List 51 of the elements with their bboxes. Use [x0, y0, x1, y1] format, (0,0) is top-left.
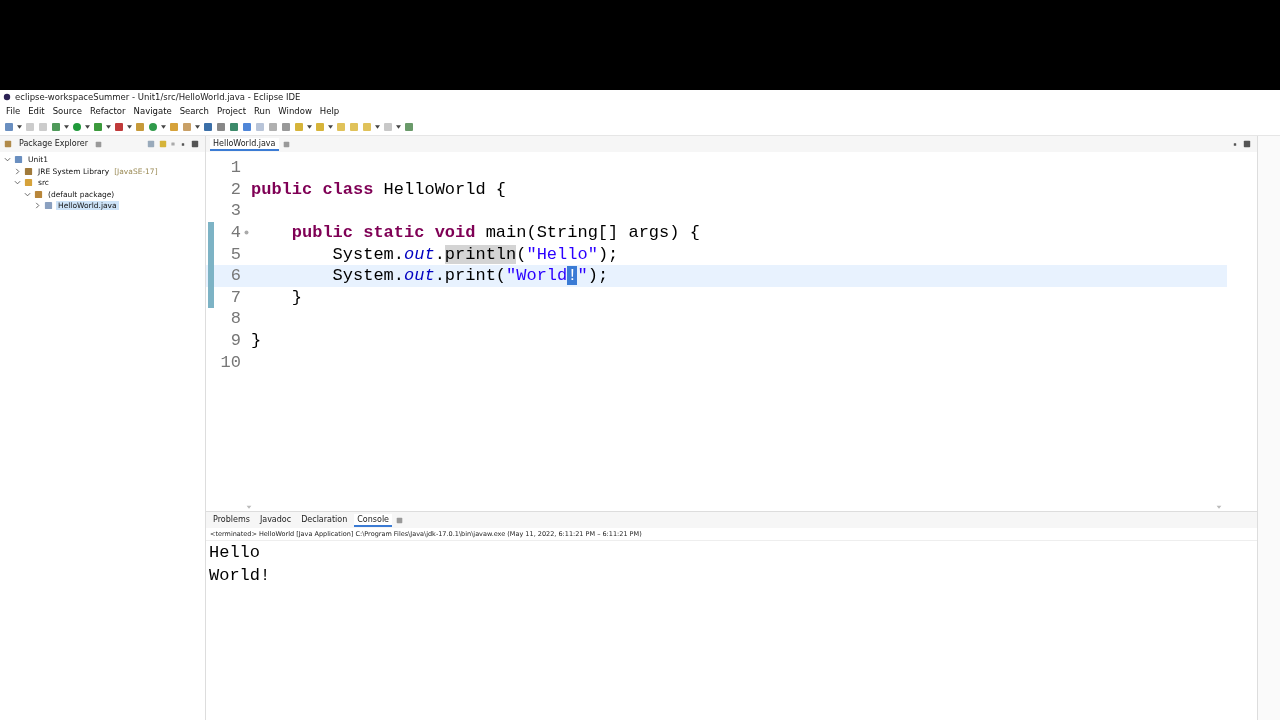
caret-icon[interactable]: [85, 124, 90, 129]
line-number: 6: [229, 266, 241, 286]
menu-item[interactable]: Run: [250, 106, 275, 116]
code-line: System.out.println("Hello");: [331, 244, 619, 264]
window-title: eclipse-workspaceSummer - Unit1/src/HelloWorld.java - Eclipse IDE: [15, 92, 301, 102]
menu-item[interactable]: Project: [212, 106, 250, 116]
console-output: World!: [208, 565, 272, 587]
menu-item[interactable]: Edit: [24, 106, 49, 116]
caret-icon[interactable]: [17, 124, 22, 129]
expanded-chevron-icon[interactable]: [4, 156, 11, 164]
caret-icon[interactable]: [375, 124, 380, 129]
expanded-chevron-icon[interactable]: [14, 179, 21, 187]
caret-icon[interactable]: [64, 124, 69, 129]
panel-tab[interactable]: Declaration: [298, 513, 351, 527]
menu-item[interactable]: Refactor: [85, 106, 130, 116]
line-number: 10: [219, 352, 241, 372]
menu-item[interactable]: File: [2, 106, 25, 116]
line-number: 5: [229, 244, 241, 264]
menu-item[interactable]: Source: [48, 106, 86, 116]
menu-item[interactable]: Search: [175, 106, 213, 116]
caret-icon[interactable]: [396, 124, 401, 129]
code-line: public class HelloWorld {: [251, 179, 507, 199]
caret-icon[interactable]: [328, 124, 333, 129]
caret-icon[interactable]: [195, 124, 200, 129]
caret-icon[interactable]: [127, 124, 132, 129]
panel-tab[interactable]: Javadoc: [256, 513, 295, 527]
caret-icon[interactable]: [106, 124, 111, 129]
editor-tab[interactable]: HelloWorld.java: [210, 137, 279, 151]
code-line: }: [251, 331, 262, 351]
fold-icon[interactable]: [243, 230, 249, 236]
line-number: 7: [229, 287, 241, 307]
menu-item[interactable]: Navigate: [129, 106, 176, 116]
expanded-chevron-icon[interactable]: [24, 190, 31, 198]
code-line: }: [290, 287, 302, 307]
line-number: 2: [229, 179, 241, 199]
line-number: 3: [229, 201, 241, 221]
menu-item[interactable]: Window: [274, 106, 316, 116]
line-number: 1: [229, 158, 241, 178]
collapsed-chevron-icon[interactable]: [14, 167, 21, 175]
code-line: System.out.print("World!");: [331, 266, 609, 286]
menu-item[interactable]: Help: [315, 106, 344, 116]
console-output: Hello: [208, 542, 261, 564]
collapsed-chevron-icon[interactable]: [34, 202, 41, 210]
line-number: 9: [229, 331, 241, 351]
code-line: public static void main(String[] args) {: [290, 223, 700, 243]
panel-tab[interactable]: Problems: [210, 513, 253, 527]
caret-icon[interactable]: [161, 124, 166, 129]
line-number: 8: [229, 309, 241, 329]
line-number: 4: [229, 223, 241, 243]
panel-tab[interactable]: Console: [354, 513, 393, 527]
caret-icon[interactable]: [307, 124, 312, 129]
